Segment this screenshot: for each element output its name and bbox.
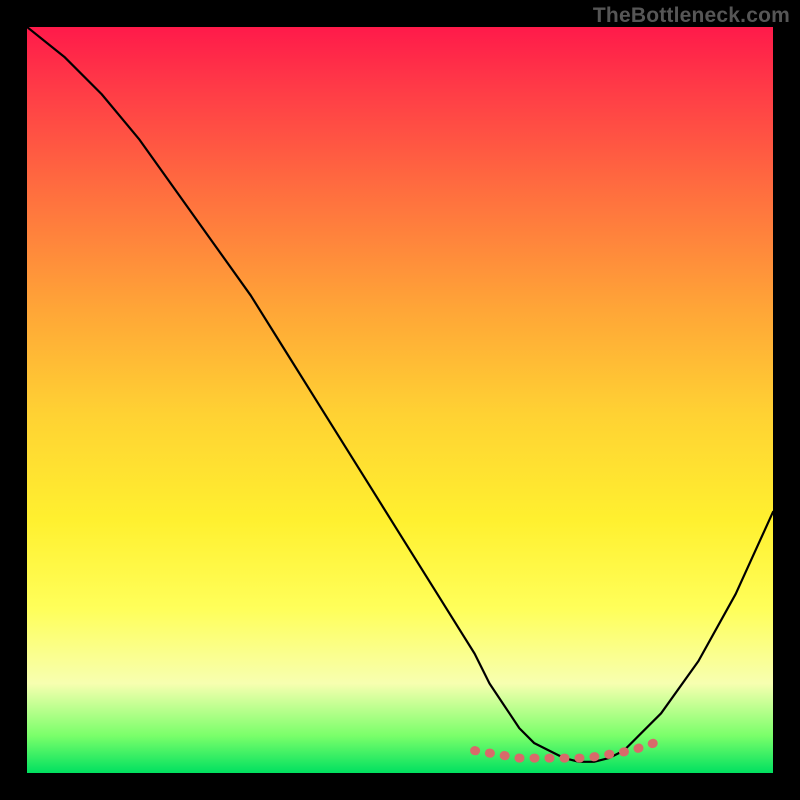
bottleneck-curve xyxy=(27,27,773,762)
chart-svg xyxy=(27,27,773,773)
watermark-text: TheBottleneck.com xyxy=(593,4,790,28)
chart-frame: TheBottleneck.com xyxy=(0,0,800,800)
plot-area xyxy=(27,27,773,773)
optimal-range-markers xyxy=(475,743,654,758)
